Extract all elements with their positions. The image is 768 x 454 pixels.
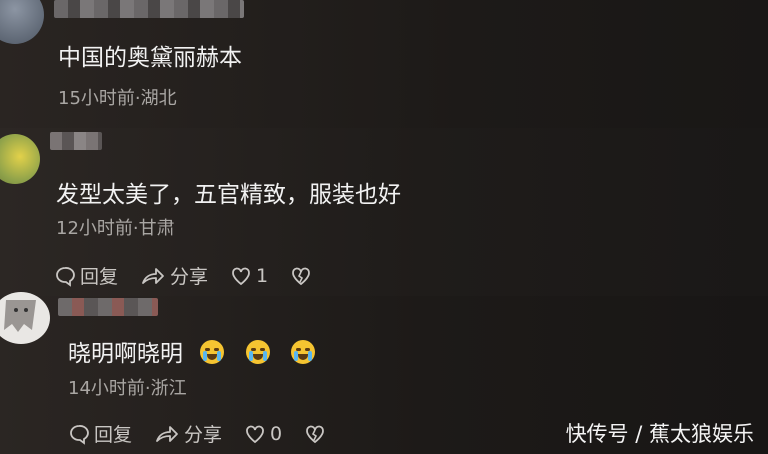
comment-item-1: 中国的奥黛丽赫本 15小时前·湖北: [0, 0, 768, 128]
username-blurred[interactable]: [50, 132, 102, 150]
crying-emoji: [200, 340, 225, 364]
share-icon: [156, 425, 178, 442]
like-count: 1: [256, 264, 269, 287]
broken-heart-icon: [306, 425, 325, 443]
comment-meta: 12小时前·甘肃: [56, 218, 175, 239]
watermark: 快传号 / 蕉太狼娱乐: [565, 422, 754, 446]
share-label: 分享: [170, 266, 209, 288]
username-blurred[interactable]: [58, 298, 158, 316]
comment-icon: [56, 266, 75, 287]
username-blurred[interactable]: [54, 0, 244, 18]
avatar[interactable]: [0, 292, 50, 344]
share-button[interactable]: 分享: [154, 420, 222, 447]
comment-item-2: 发型太美了，五官精致，服装也好 12小时前·甘肃 回复 分享 1: [0, 128, 768, 296]
like-button[interactable]: 1: [230, 265, 268, 287]
comment-actions: 回复 分享 1: [54, 262, 338, 289]
crying-emoji: [290, 340, 315, 364]
comment-meta: 14小时前·浙江: [68, 378, 187, 399]
comment-icon: [70, 424, 89, 445]
dislike-button[interactable]: [304, 423, 330, 445]
reply-button[interactable]: 回复: [54, 262, 118, 289]
share-button[interactable]: 分享: [140, 262, 208, 289]
avatar[interactable]: [0, 0, 44, 44]
comment-text: 发型太美了，五官精致，服装也好: [56, 182, 401, 208]
broken-heart-icon: [292, 267, 311, 285]
share-icon: [142, 267, 164, 284]
heart-icon: [246, 425, 264, 443]
comment-text: 晓明啊晓明: [68, 334, 315, 368]
dislike-button[interactable]: [290, 265, 316, 287]
reply-label: 回复: [94, 424, 133, 446]
like-button[interactable]: 0: [244, 423, 282, 445]
heart-icon: [232, 267, 250, 285]
comment-text: 中国的奥黛丽赫本: [58, 45, 242, 71]
comment-text-content: 晓明啊晓明: [68, 341, 183, 367]
reply-label: 回复: [80, 266, 119, 288]
avatar[interactable]: [0, 134, 40, 184]
like-count: 0: [270, 422, 283, 445]
reply-button[interactable]: 回复: [68, 420, 132, 447]
comment-actions: 回复 分享 0: [68, 420, 352, 447]
comment-meta: 15小时前·湖北: [58, 88, 177, 109]
share-label: 分享: [184, 424, 223, 446]
crying-emoji: [245, 340, 270, 364]
